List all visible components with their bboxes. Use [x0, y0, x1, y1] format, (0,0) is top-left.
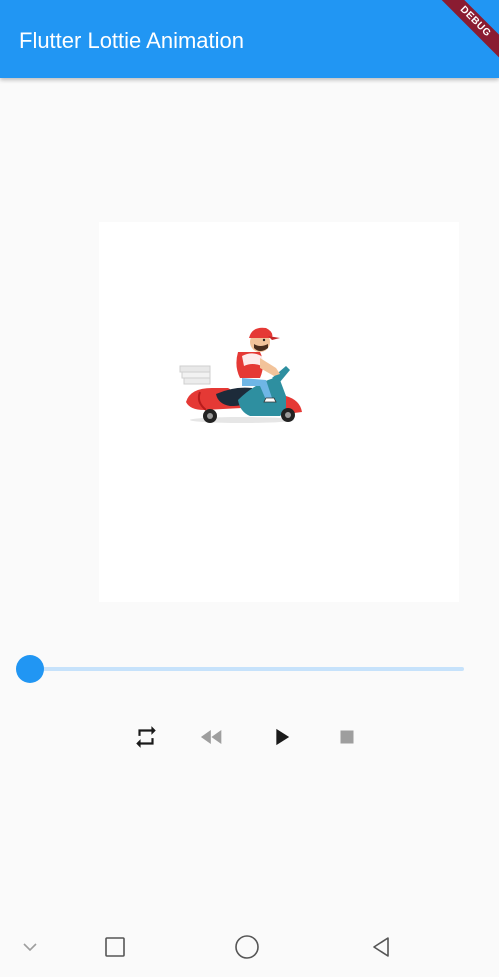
nav-back-button[interactable] [363, 929, 399, 965]
page-title: Flutter Lottie Animation [19, 28, 245, 53]
loop-button[interactable] [129, 720, 163, 754]
play-icon [276, 728, 290, 746]
repeat-icon [136, 726, 156, 748]
slider-thumb[interactable] [16, 655, 44, 683]
play-button[interactable] [264, 720, 298, 754]
slider-track[interactable] [30, 667, 464, 671]
progress-slider[interactable] [16, 654, 468, 684]
nav-recents-button[interactable] [97, 929, 133, 965]
app-bar: Flutter Lottie Animation [0, 0, 499, 78]
playback-controls [0, 720, 499, 754]
circle-icon [235, 935, 259, 959]
app-screen: Flutter Lottie Animation DEBUG [0, 0, 499, 977]
debug-banner-label: DEBUG [433, 0, 499, 64]
fast-rewind-icon [200, 730, 222, 744]
rewind-button[interactable] [195, 720, 229, 754]
triangle-back-icon [373, 937, 389, 957]
nav-collapse-button[interactable] [12, 929, 48, 965]
square-icon [105, 937, 125, 957]
nav-home-button[interactable] [229, 929, 265, 965]
delivery-scooter-rider-illustration [179, 327, 302, 423]
debug-banner: DEBUG [429, 0, 499, 70]
system-navigation-bar [0, 917, 499, 977]
stop-icon [340, 730, 354, 744]
chevron-down-icon [23, 943, 37, 952]
stop-button[interactable] [330, 720, 364, 754]
